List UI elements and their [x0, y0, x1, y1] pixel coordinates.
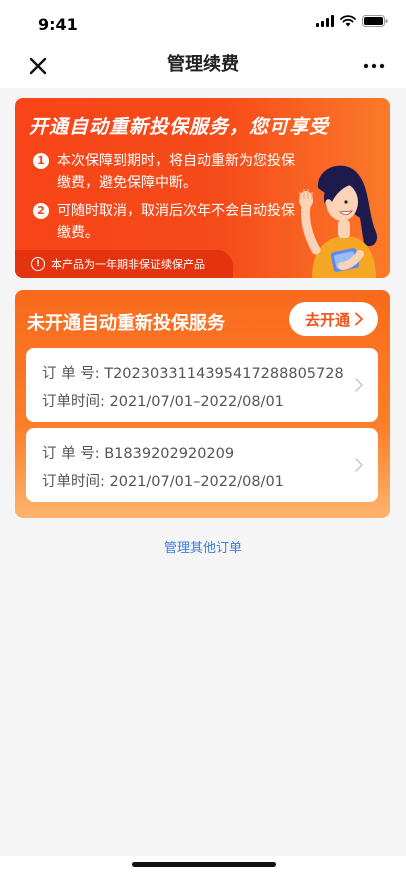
order-number-row: 订 单 号: T20230331143954172888057​28	[42, 362, 344, 383]
woman-waving-illustration	[299, 165, 378, 278]
battery-icon	[362, 15, 388, 27]
order-time-value: 2021/07/01–2022/08/01	[109, 394, 284, 410]
nav-bar: 管理续费	[0, 44, 406, 88]
order-time-label: 订单时间:	[42, 474, 105, 490]
number-badge: 1	[33, 153, 49, 169]
status-time: 9:41	[38, 15, 78, 34]
banner-point-2: 2 可随时取消，取消后次年不会自动投保缴费。	[33, 200, 303, 244]
banner-point-text: 可随时取消，取消后次年不会自动投保缴费。	[57, 203, 295, 241]
activate-button-label: 去开通	[304, 310, 350, 329]
disclaimer-tag: ! 本产品为一年期非保证续保产品	[15, 250, 233, 278]
orders-section-title: 未开通自动重新投保服务	[27, 313, 225, 334]
page-title: 管理续费	[167, 54, 239, 75]
orders-card: 未开通自动重新投保服务 去开通 订 单 号: T2023033114395417…	[15, 290, 390, 518]
status-icons	[316, 15, 388, 27]
cellular-signal-icon	[316, 15, 334, 27]
more-icon	[363, 63, 385, 69]
more-button[interactable]	[362, 54, 386, 78]
order-item[interactable]: 订 单 号: T20230331143954172888057​28 订单时间:…	[26, 348, 378, 422]
wifi-icon	[340, 15, 356, 27]
chevron-right-icon	[355, 458, 363, 472]
banner-point-text: 本次保障到期时，将自动重新为您投保缴费，避免保障中断。	[57, 153, 295, 191]
home-indicator[interactable]	[132, 862, 276, 867]
chevron-right-icon	[355, 312, 363, 326]
number-badge: 2	[33, 203, 49, 219]
order-time-row: 订单时间: 2021/07/01–2022/08/01	[42, 470, 284, 491]
chevron-right-icon	[355, 378, 363, 392]
order-item[interactable]: 订 单 号: B1839202920209 订单时间: 2021/07/01–2…	[26, 428, 378, 502]
order-time-value: 2021/07/01–2022/08/01	[109, 474, 284, 490]
warning-icon: !	[31, 257, 45, 271]
banner-point-1: 1 本次保障到期时，将自动重新为您投保缴费，避免保障中断。	[33, 150, 303, 194]
order-time-label: 订单时间:	[42, 394, 105, 410]
order-number-label: 订 单 号:	[42, 446, 100, 462]
order-number-row: 订 单 号: B1839202920209	[42, 442, 234, 463]
order-number-value: B1839202920209	[104, 446, 235, 462]
bottom-safe-area	[0, 856, 406, 879]
order-time-row: 订单时间: 2021/07/01–2022/08/01	[42, 390, 284, 411]
disclaimer-text: 本产品为一年期非保证续保产品	[51, 258, 205, 271]
status-bar: 9:41	[0, 0, 406, 44]
banner-headline: 开通自动重新投保服务，您可享受	[29, 116, 330, 138]
activate-button[interactable]: 去开通	[288, 302, 378, 336]
manage-other-orders-link[interactable]: 管理其他订单	[0, 537, 406, 556]
order-number-label: 订 单 号:	[42, 366, 100, 382]
order-number-value: T20230331143954172888057​28	[104, 366, 344, 382]
auto-renew-banner: 开通自动重新投保服务，您可享受 1 本次保障到期时，将自动重新为您投保缴费，避免…	[15, 98, 390, 278]
